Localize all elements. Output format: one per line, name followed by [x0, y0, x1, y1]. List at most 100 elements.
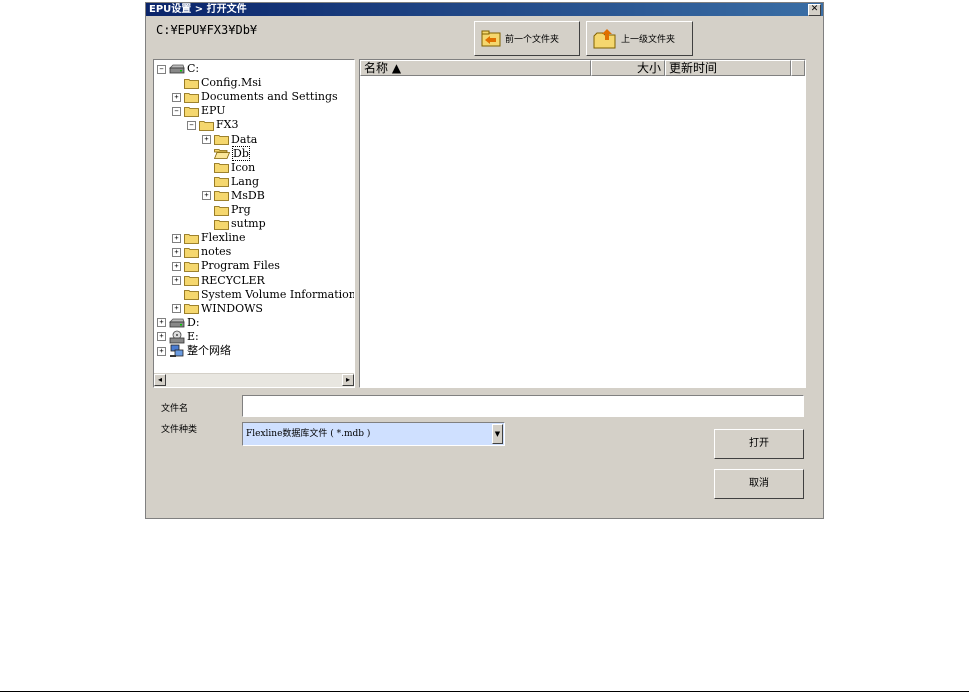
tree-item[interactable]: Prg	[202, 203, 251, 217]
tree-item-label: D:	[187, 315, 200, 329]
filename-input[interactable]	[242, 395, 804, 417]
folder-icon	[199, 118, 216, 131]
folder-icon	[214, 203, 231, 216]
title-bar: EPU设置 > 打开文件 ✕	[146, 3, 823, 16]
drive-icon	[169, 316, 187, 329]
cancel-button[interactable]: 取消	[714, 469, 804, 499]
column-header-name[interactable]: 名称 ▲	[360, 60, 591, 76]
close-icon: ✕	[810, 4, 819, 14]
tree-item[interactable]: + Program Files	[172, 259, 280, 273]
scroll-left-button[interactable]: ◂	[154, 374, 166, 386]
expand-icon[interactable]: +	[202, 191, 211, 201]
collapse-icon[interactable]: −	[157, 64, 166, 74]
tree-item[interactable]: + MsDB	[202, 189, 265, 203]
folder-icon	[184, 231, 201, 244]
expand-icon[interactable]: +	[172, 276, 181, 285]
tree-item[interactable]: − FX3	[187, 118, 238, 132]
folder-icon	[214, 161, 231, 174]
tree-item-label: Flexline	[201, 231, 246, 245]
open-button[interactable]: 打开	[714, 429, 804, 459]
folder-icon	[214, 217, 231, 230]
expand-icon[interactable]: +	[172, 92, 181, 102]
folder-icon	[214, 175, 231, 188]
expand-icon[interactable]: +	[172, 233, 181, 243]
page-divider	[0, 691, 969, 692]
filename-label: 文件名	[161, 404, 189, 414]
folder-icon	[184, 90, 201, 103]
back-folder-button[interactable]: 前一个文件夹	[474, 21, 580, 56]
scroll-right-button[interactable]: ▸	[342, 374, 354, 386]
tree-item[interactable]: + E:	[157, 330, 199, 344]
tree-item-label: EPU	[201, 104, 226, 118]
tree-item[interactable]: + notes	[172, 245, 231, 259]
folder-tree[interactable]: − C: Config.Msi + Documents and Settings − EPU…	[153, 59, 355, 388]
tree-item-label: Prg	[231, 203, 251, 216]
tree-item[interactable]: Lang	[202, 175, 259, 189]
filetype-select[interactable]: Flexline数据库文件 ( *.mdb ) ▼	[242, 422, 505, 446]
expand-icon[interactable]: +	[157, 346, 166, 356]
tree-item[interactable]: + Data	[202, 133, 257, 147]
expand-icon[interactable]: +	[202, 135, 211, 144]
chevron-down-icon[interactable]: ▼	[492, 424, 503, 444]
close-button[interactable]: ✕	[808, 4, 821, 16]
column-header-size[interactable]: 大小	[591, 60, 665, 76]
expand-icon[interactable]: +	[172, 247, 181, 257]
tree-item[interactable]: + Flexline	[172, 231, 246, 245]
expand-icon[interactable]: +	[172, 261, 181, 271]
tree-item-label: notes	[201, 245, 232, 259]
tree-item-label: WINDOWS	[201, 301, 263, 315]
column-header-modified[interactable]: 更新时间	[665, 60, 791, 76]
tree-item-label: Icon	[231, 160, 256, 174]
tree-item-label: C:	[187, 62, 200, 75]
tree-item[interactable]: + RECYCLER	[172, 274, 265, 288]
file-list[interactable]: 名称 ▲ 大小 更新时间	[359, 59, 806, 388]
folder-open-icon	[213, 147, 232, 160]
folder-icon	[214, 189, 231, 202]
filetype-label: 文件种类	[161, 425, 198, 435]
tree-items: − C: Config.Msi + Documents and Settings − EPU…	[154, 60, 354, 373]
expand-icon[interactable]: +	[157, 332, 166, 342]
folder-icon	[184, 245, 201, 258]
current-path: C:¥EPU¥FX3¥Db¥	[156, 23, 258, 37]
folder-icon	[184, 274, 201, 287]
tree-item-label: FX3	[216, 118, 239, 132]
expand-icon[interactable]: +	[172, 304, 181, 314]
folder-icon	[184, 259, 201, 272]
drive-icon	[169, 62, 187, 75]
tree-item-label: E:	[187, 329, 199, 343]
tree-item[interactable]: + D:	[157, 316, 200, 330]
tree-item[interactable]: + Documents and Settings	[172, 90, 338, 104]
column-header-filler	[791, 60, 805, 76]
tree-item-label: Data	[231, 132, 258, 146]
folder-icon	[184, 288, 201, 301]
tree-item[interactable]: + WINDOWS	[172, 302, 263, 316]
tree-item-label: RECYCLER	[201, 273, 265, 287]
tree-item[interactable]: System Volume Information	[172, 288, 354, 302]
tree-item-label: System Volume Information	[201, 287, 354, 301]
open-file-dialog: EPU设置 > 打开文件 ✕ C:¥EPU¥FX3¥Db¥ 前一个文件夹 上一级…	[145, 2, 824, 519]
tree-item-label: Program Files	[201, 259, 280, 273]
tree-horizontal-scrollbar[interactable]: ◂ ▸	[154, 373, 354, 387]
cd-drive-icon	[169, 330, 187, 344]
tree-item-label: Config.Msi	[201, 76, 262, 90]
tree-item[interactable]: − EPU	[172, 104, 226, 118]
tree-item-label: 整个网络	[187, 344, 231, 357]
tree-item-label: MsDB	[231, 188, 265, 202]
filetype-value: Flexline数据库文件 ( *.mdb )	[246, 429, 371, 439]
collapse-icon[interactable]: −	[187, 120, 196, 130]
expand-icon[interactable]: +	[157, 318, 166, 328]
up-folder-button[interactable]: 上一级文件夹	[586, 21, 693, 56]
collapse-icon[interactable]: −	[172, 106, 181, 116]
tree-item[interactable]: Db	[202, 145, 250, 161]
network-icon	[169, 344, 187, 357]
tree-item-label: Documents and Settings	[201, 90, 338, 104]
tree-item[interactable]: + 整个网络	[157, 344, 231, 358]
tree-item[interactable]: Icon	[202, 161, 255, 175]
tree-item[interactable]: − C:	[157, 62, 199, 76]
folder-icon	[184, 104, 201, 117]
folder-back-icon	[481, 30, 501, 46]
tree-item[interactable]: Config.Msi	[172, 76, 261, 90]
up-folder-label: 上一级文件夹	[621, 35, 676, 45]
tree-item[interactable]: sutmp	[202, 217, 266, 231]
tree-item-label: Lang	[231, 174, 259, 188]
